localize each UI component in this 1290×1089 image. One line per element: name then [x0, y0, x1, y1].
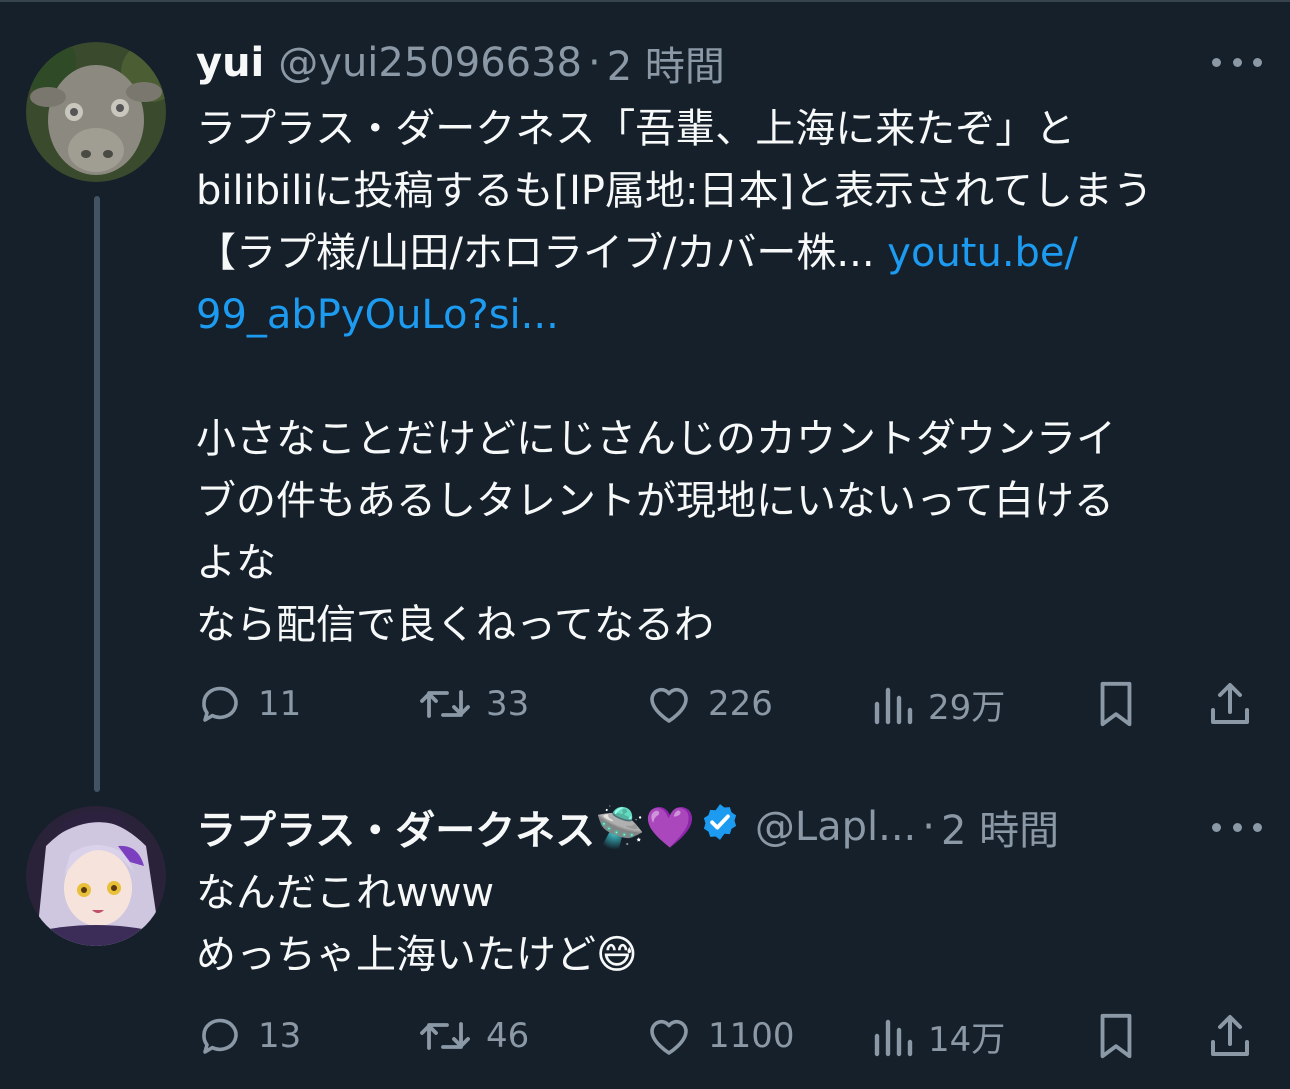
retweet-count: 33 [486, 684, 530, 724]
text-line: なら配信で良くねってなるわ [196, 602, 714, 648]
bookmark-button[interactable] [1096, 1006, 1136, 1066]
tweet-actions: 13 46 1100 14万 [196, 1006, 1266, 1066]
user-handle[interactable]: @Lapl... [755, 804, 916, 850]
share-icon [1211, 1015, 1249, 1056]
youtube-link[interactable]: youtu.be/ [887, 230, 1078, 276]
share-button[interactable] [1208, 1006, 1252, 1066]
separator-dot: · [922, 804, 935, 850]
like-icon [650, 1019, 688, 1055]
view-count: 29万 [928, 687, 1006, 728]
thread-connector-line [94, 196, 100, 792]
name-emoji: 🛸💜 [595, 804, 695, 851]
avatar-image [26, 42, 166, 182]
like-button[interactable]: 226 [644, 674, 773, 734]
separator-dot: · [588, 40, 601, 86]
text-line: 99_abPyOuLo?si... [196, 284, 1266, 346]
reply-button[interactable]: 13 [196, 1006, 301, 1066]
top-divider [0, 0, 1290, 2]
retweet-button[interactable]: 46 [418, 1006, 529, 1066]
like-count: 226 [708, 684, 773, 724]
verified-badge-icon [699, 801, 741, 853]
reply-count: 13 [258, 1016, 302, 1056]
reply-icon [202, 686, 238, 722]
display-name[interactable]: yui [196, 40, 264, 86]
reply-count: 11 [258, 684, 302, 724]
tweet-header: yui @yui25096638 · 2 時間 [196, 38, 725, 90]
tweet-text: ラプラス・ダークネス「吾輩、上海に来たぞ」と bilibiliに投稿するも[IP… [196, 98, 1266, 656]
bookmark-button[interactable] [1096, 674, 1136, 734]
text-line: なんだこれwww [196, 870, 495, 916]
tweet-text: なんだこれwww めっちゃ上海いたけど😅 [196, 862, 1266, 986]
view-count: 14万 [928, 1019, 1006, 1060]
like-icon [650, 687, 688, 723]
text-line: めっちゃ上海いたけど😅 [196, 932, 638, 978]
avatar-yui[interactable] [26, 42, 166, 182]
views-button[interactable]: 29万 [872, 674, 1005, 734]
views-button[interactable]: 14万 [872, 1006, 1005, 1066]
retweet-count: 46 [486, 1016, 530, 1056]
bookmark-icon [1100, 681, 1132, 727]
user-handle[interactable]: @yui25096638 [278, 40, 582, 86]
youtube-link-cont[interactable]: 99_abPyOuLo?si... [196, 292, 559, 338]
avatar-image [26, 806, 166, 946]
share-icon [1211, 683, 1249, 724]
more-icon[interactable] [1212, 52, 1262, 72]
retweet-icon [420, 690, 470, 718]
retweet-button[interactable]: 33 [418, 674, 529, 734]
display-name[interactable]: ラプラス・ダークネス [196, 798, 595, 856]
like-button[interactable]: 1100 [644, 1006, 795, 1066]
like-count: 1100 [708, 1016, 795, 1056]
avatar-laplus[interactable] [26, 806, 166, 946]
text-line: 【ラプ様/山田/ホロライブ/カバー株... youtu.be/ [196, 230, 1079, 276]
bookmark-icon [1100, 1013, 1132, 1059]
views-icon [874, 1019, 913, 1057]
share-button[interactable] [1208, 674, 1252, 734]
text-line: ブの件もあるしタレントが現地にいないって白ける [196, 478, 1114, 524]
text-line: ラプラス・ダークネス「吾輩、上海に来たぞ」と [196, 106, 1076, 152]
reply-button[interactable]: 11 [196, 674, 301, 734]
tweet-header: ラプラス・ダークネス 🛸💜 @Lapl... · 2 時間 [196, 801, 1059, 854]
timestamp[interactable]: 2 時間 [941, 798, 1059, 856]
timestamp[interactable]: 2 時間 [607, 34, 725, 92]
text-line: 小さなことだけどにじさんじのカウントダウンライ [196, 416, 1116, 462]
tweet-actions: 11 33 226 29万 [196, 674, 1266, 734]
views-icon [874, 687, 913, 725]
reply-icon [202, 1018, 238, 1054]
text-line: bilibiliに投稿するも[IP属地:日本]と表示されてしまう [196, 168, 1153, 214]
retweet-icon [420, 1022, 470, 1050]
text-line: よな [196, 540, 276, 586]
more-icon[interactable] [1212, 817, 1262, 837]
